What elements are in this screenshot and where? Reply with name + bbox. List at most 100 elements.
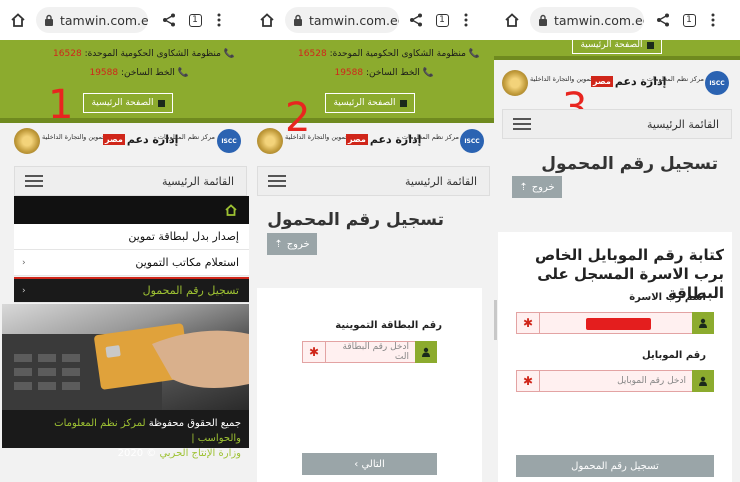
next-button[interactable]: التالي › — [302, 453, 437, 475]
iscc-logo-icon: ISCC — [217, 129, 241, 153]
required-asterisk-icon: ✱ — [516, 312, 540, 334]
menu-title: القائمة الرئيسية — [404, 174, 477, 188]
site-footer: جميع الحقوق محفوظة لمركز نظم المعلومات و… — [2, 410, 249, 459]
form-card: رقم البطاقة التموينية ✱ ادخل رقم البطاقة… — [257, 288, 482, 482]
complaints-line: 📞 منظومة الشكاوى الحكومية الموحدة: 16528 — [298, 49, 480, 59]
nav-item-register-mobile[interactable]: تسجيل رقم المحمول ‹ — [14, 277, 249, 303]
overflow-menu-icon[interactable] — [702, 9, 724, 31]
required-asterisk-icon: ✱ — [302, 341, 326, 363]
nav-home-row[interactable] — [14, 196, 249, 224]
chevron-right-icon: › — [354, 458, 359, 470]
complaints-line: 📞 منظومة الشكاوى الحكومية الموحدة: 16528 — [53, 49, 235, 59]
home-icon — [225, 204, 237, 216]
home-icon[interactable] — [500, 8, 524, 32]
home-page-button[interactable]: الصفحة الرئيسية — [325, 93, 415, 113]
name-input[interactable] — [540, 312, 692, 334]
hamburger-icon[interactable] — [513, 118, 531, 130]
share-icon[interactable] — [158, 9, 180, 31]
form-card: كتابة رقم الموبايل الخاص برب الاسرة المس… — [498, 232, 732, 482]
mobile-input[interactable]: ادخل رقم الموبايل — [540, 370, 692, 392]
header-underline — [494, 56, 740, 60]
mobile-label: رقم الموبايل — [642, 350, 706, 361]
address-bar[interactable]: tamwin.com.eg/F — [530, 7, 644, 33]
scrollbar-thumb[interactable] — [494, 300, 497, 340]
footer-ministry-link[interactable]: وزارة الإنتاج الحربي — [159, 448, 241, 459]
ministry-seal-icon — [14, 128, 40, 154]
tab-switcher-icon[interactable]: 1 — [431, 9, 453, 31]
iscc-name: مركز نظم المعلومات وزارة الإنتاج الحربي — [401, 133, 459, 141]
hotline-line: 📞 الخط الساخن: 19588 — [89, 68, 189, 78]
hamburger-icon[interactable] — [268, 175, 286, 187]
home-page-button[interactable]: الصفحة الرئيسية — [83, 93, 173, 113]
browser-toolbar: tamwin.com.eg/F 1 — [494, 0, 740, 40]
redacted-value — [585, 318, 651, 330]
page-title: تسجيل رقم المحمول — [267, 210, 444, 230]
home-icon — [646, 41, 654, 49]
logout-button[interactable]: خروج ⇡ — [512, 176, 562, 198]
home-icon[interactable] — [255, 8, 279, 32]
hamburger-icon[interactable] — [25, 175, 43, 187]
chevron-left-icon: ‹ — [22, 257, 26, 268]
tab-switcher-icon[interactable]: 1 — [678, 9, 700, 31]
logos-row: وزارة التموين والتجارة الداخلية إدارة دع… — [0, 124, 249, 158]
tab-switcher-icon[interactable]: 1 — [184, 9, 206, 31]
hotline-number[interactable]: 19588 — [89, 68, 118, 78]
url-text: tamwin.com.eg/F — [309, 12, 399, 28]
complaints-number[interactable]: 16528 — [298, 49, 327, 59]
lock-icon — [45, 14, 53, 26]
home-page-button[interactable]: الصفحة الرئيسية — [572, 36, 662, 54]
card-number-field: ✱ ادخل رقم البطاقة الت — [302, 341, 437, 363]
share-icon[interactable] — [405, 9, 427, 31]
logout-icon: ⇡ — [274, 238, 283, 250]
main-menu-bar[interactable]: القائمة الرئيسية — [14, 166, 247, 196]
address-bar[interactable]: tamwin.com.eg/F — [285, 7, 399, 33]
logout-button[interactable]: خروج ⇡ — [267, 233, 317, 255]
url-text: tamwin.com.eg/F — [554, 12, 644, 28]
hotline-number[interactable]: 19588 — [334, 68, 363, 78]
screenshot-panel-3: tamwin.com.eg/F 1 الصفحة الرئيسية 3 وزار… — [494, 0, 740, 482]
browser-toolbar: tamwin.com.eg/F 1 — [249, 0, 494, 40]
main-menu-bar[interactable]: القائمة الرئيسية — [257, 166, 490, 196]
user-icon — [692, 370, 714, 392]
iscc-name: مركز نظم المعلومات وزارة الإنتاج الحربي — [157, 133, 215, 141]
ministry-seal-icon — [257, 128, 283, 154]
complaints-number[interactable]: 16528 — [53, 49, 82, 59]
nav-item-replacement-card[interactable]: إصدار بدل لبطاقة تموين — [14, 224, 249, 250]
register-mobile-button[interactable]: تسجيل رقم المحمول — [516, 455, 714, 477]
url-text: tamwin.com.eg — [60, 12, 148, 28]
home-icon[interactable] — [6, 8, 30, 32]
phone-icon: 📞 — [468, 49, 480, 59]
user-icon — [692, 312, 714, 334]
payment-card-photo — [2, 304, 249, 410]
phone-icon: 📞 — [223, 49, 235, 59]
main-menu-bar[interactable]: القائمة الرئيسية — [502, 109, 732, 139]
name-field: ✱ — [516, 312, 714, 334]
name-label: اسم رب الاسرة — [629, 292, 706, 303]
menu-title: القائمة الرئيسية — [646, 117, 719, 131]
menu-title: القائمة الرئيسية — [161, 174, 234, 188]
overflow-menu-icon[interactable] — [208, 9, 230, 31]
lock-icon — [294, 14, 302, 26]
ministry-seal-icon — [502, 70, 528, 96]
logos-row: وزارة التموين والتجارة الداخلية إدارة دع… — [494, 66, 740, 100]
logout-icon: ⇡ — [519, 181, 528, 193]
iscc-logo-icon: ISCC — [705, 71, 729, 95]
required-asterisk-icon: ✱ — [516, 370, 540, 392]
header-underline — [0, 118, 249, 123]
chevron-left-icon: ‹ — [22, 285, 26, 296]
share-icon[interactable] — [652, 9, 674, 31]
lock-icon — [539, 14, 547, 26]
step-number: 1 — [48, 82, 74, 128]
overflow-menu-icon[interactable] — [455, 9, 477, 31]
user-icon — [415, 341, 437, 363]
card-number-input[interactable]: ادخل رقم البطاقة الت — [326, 341, 415, 363]
phone-icon: 📞 — [422, 68, 434, 78]
nav-item-office-inquiry[interactable]: استعلام مكاتب التموين ‹ — [14, 250, 249, 276]
browser-toolbar: tamwin.com.eg 1 — [0, 0, 249, 40]
iscc-logo-icon: ISCC — [460, 129, 484, 153]
address-bar[interactable]: tamwin.com.eg — [36, 7, 148, 33]
screenshot-panel-2: tamwin.com.eg/F 1 📞 منظومة الشكاوى الحكو… — [249, 0, 494, 482]
iscc-name: مركز نظم المعلومات وزارة الإنتاج الحربي — [646, 75, 704, 83]
card-number-label: رقم البطاقة التموينية — [335, 320, 442, 331]
phone-icon: 📞 — [177, 68, 189, 78]
